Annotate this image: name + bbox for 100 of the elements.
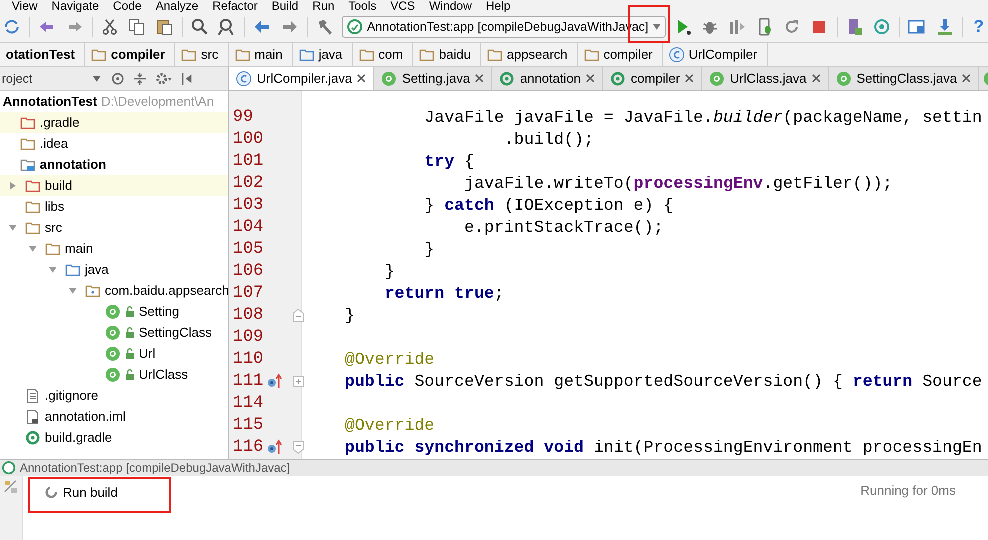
tree-item[interactable]: main [0,238,228,259]
collapse-icon[interactable] [132,72,147,86]
code-line: return true; [384,284,504,302]
code-line: e.printStackTrace(); [463,218,664,236]
tree-item[interactable]: build.gradle [0,427,228,448]
lock-icon [125,306,135,318]
close-icon[interactable] [357,74,366,83]
annotation-icon [709,70,726,86]
editor-tab[interactable]: UrlCompiler.java [229,67,374,90]
line-number: 106 [232,262,265,280]
line-number: 111 [232,372,265,390]
tree-item[interactable]: AnnotationTest D:\Development\An [0,91,228,112]
line-number: 103 [232,196,265,214]
menu-item[interactable]: Run [312,0,335,12]
caret-icon [652,24,661,30]
tree-item[interactable]: java [0,259,228,280]
line-number: 102 [232,174,265,192]
code-line: } [384,262,395,280]
line-number: 101 [232,152,265,170]
expanded-arrow-icon[interactable] [48,264,58,274]
menu-item[interactable]: Refactor [212,0,258,12]
tree-item[interactable]: build [0,175,228,196]
line-number: 109 [232,328,265,346]
close-icon[interactable] [586,74,596,83]
tree-item[interactable]: annotation [0,154,228,175]
build-panel-title: AnnotationTest:app [compileDebugJavaWithJavac] [20,461,290,475]
code-line: } catch (IOException e) { [424,196,674,214]
gradle-icon [610,70,626,86]
tree-item[interactable]: Setting [0,301,228,322]
lock-icon [125,368,135,380]
breadcrumb[interactable]: compiler [85,43,176,66]
tree-item[interactable]: .gradle [0,112,228,133]
tree-item[interactable]: .idea [0,133,228,154]
line-number: 115 [232,416,265,434]
close-icon[interactable] [475,74,484,83]
code-line: try { [424,152,474,170]
tree-item[interactable]: .gitignore [0,385,228,406]
build-status: Running for 0ms [860,482,957,500]
annotation-icon [381,70,398,86]
line-number: 104 [232,218,265,236]
menu-item[interactable]: Analyze [156,0,199,12]
expanded-arrow-icon[interactable] [8,222,18,232]
breadcrumb[interactable]: otationTest [0,43,86,66]
project-path: D:\Development\An [101,94,214,109]
tree-item[interactable]: UrlClass [0,364,228,385]
settings-icon[interactable] [154,72,173,86]
menu-item[interactable]: Build [272,0,299,12]
file-icon [25,408,41,424]
line-number: 114 [232,394,265,412]
tree-item[interactable]: SettingClass [0,322,228,343]
gradle-icon [25,430,41,446]
menu-item[interactable]: Code [113,0,142,12]
collapsed-arrow-icon[interactable] [8,180,18,190]
fold-marker-icon[interactable] [293,440,304,454]
android-app-icon [347,19,364,35]
build-task: Run build [23,476,118,501]
tree-item[interactable]: annotation.iml [0,406,228,427]
expanded-arrow-icon[interactable] [68,286,78,296]
breadcrumb[interactable]: appsearch [481,43,578,66]
menu-item[interactable]: View [12,0,38,12]
annotation-icon [105,324,121,340]
help-button[interactable]: ? [970,17,988,37]
expand-fold-icon[interactable] [293,376,304,386]
close-icon[interactable] [962,74,972,83]
breadcrumb[interactable]: com [352,43,414,66]
tree-item[interactable]: src [0,217,228,238]
line-number: 108 [232,306,265,324]
override-marker-icon[interactable] [267,373,283,389]
menu-item[interactable]: Navigate [52,0,100,12]
override-marker-icon[interactable] [267,439,283,455]
target-icon[interactable] [110,72,125,86]
line-number: 110 [232,350,265,368]
tree-item[interactable]: libs [0,196,228,217]
close-icon[interactable] [685,74,694,83]
lock-icon [125,326,135,338]
code-line: @Override [345,416,435,434]
breadcrumb[interactable]: java [292,43,353,66]
class-icon [236,70,252,86]
expanded-arrow-icon[interactable] [28,244,38,254]
lock-icon [125,348,135,360]
fold-marker-icon[interactable] [293,308,304,322]
annotation-icon [105,366,121,382]
android-app-icon [2,461,16,475]
hide-panel-icon[interactable] [180,72,193,86]
breadcrumb[interactable]: UrlCompiler [662,43,768,66]
menu-item[interactable]: Window [429,0,472,12]
code-line: @Override [345,350,435,368]
toggle-view-icon[interactable] [4,480,18,494]
line-number: 116 [232,438,265,456]
menu-item[interactable]: Tools [348,0,377,12]
breadcrumb[interactable]: main [228,43,293,66]
tree-item[interactable]: Url [0,343,228,364]
menu-item[interactable]: Help [486,0,511,12]
menu-item[interactable]: VCS [390,0,416,12]
close-icon[interactable] [812,74,821,83]
breadcrumb[interactable]: compiler [578,43,663,66]
gradle-icon [499,70,516,86]
breadcrumb[interactable]: src [175,43,229,66]
breadcrumb[interactable]: baidu [413,43,482,66]
line-number: 99 [232,108,254,126]
